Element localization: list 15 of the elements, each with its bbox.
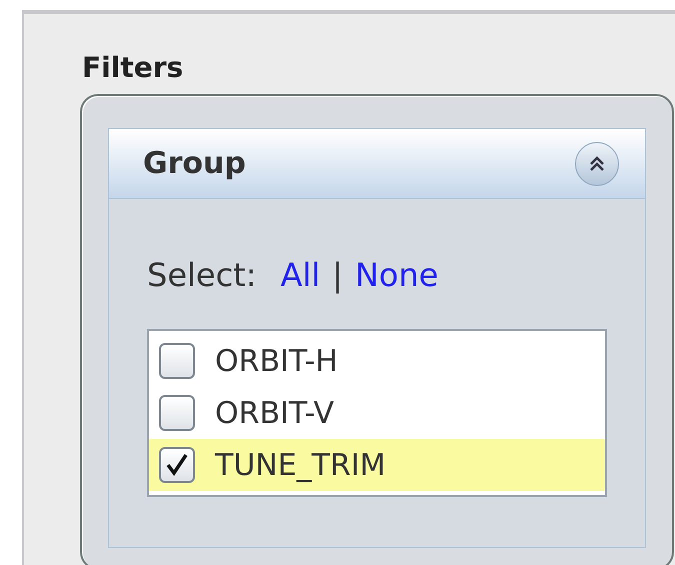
checkbox[interactable] [159,343,195,379]
link-separator: | [332,259,343,291]
section-title: Filters [82,54,184,82]
group-title: Group [143,145,246,183]
item-label: TUNE_TRIM [215,446,386,484]
checkbox[interactable] [159,395,195,431]
group-list-item[interactable]: TUNE_TRIM [149,439,605,491]
collapse-button[interactable] [575,142,619,186]
checkbox[interactable] [159,447,195,483]
select-all-link[interactable]: All [280,259,320,291]
item-label: ORBIT-V [215,394,334,432]
select-label: Select: [147,259,256,291]
item-label: ORBIT-H [215,342,338,380]
check-icon [164,452,190,478]
select-none-link[interactable]: None [354,259,438,291]
